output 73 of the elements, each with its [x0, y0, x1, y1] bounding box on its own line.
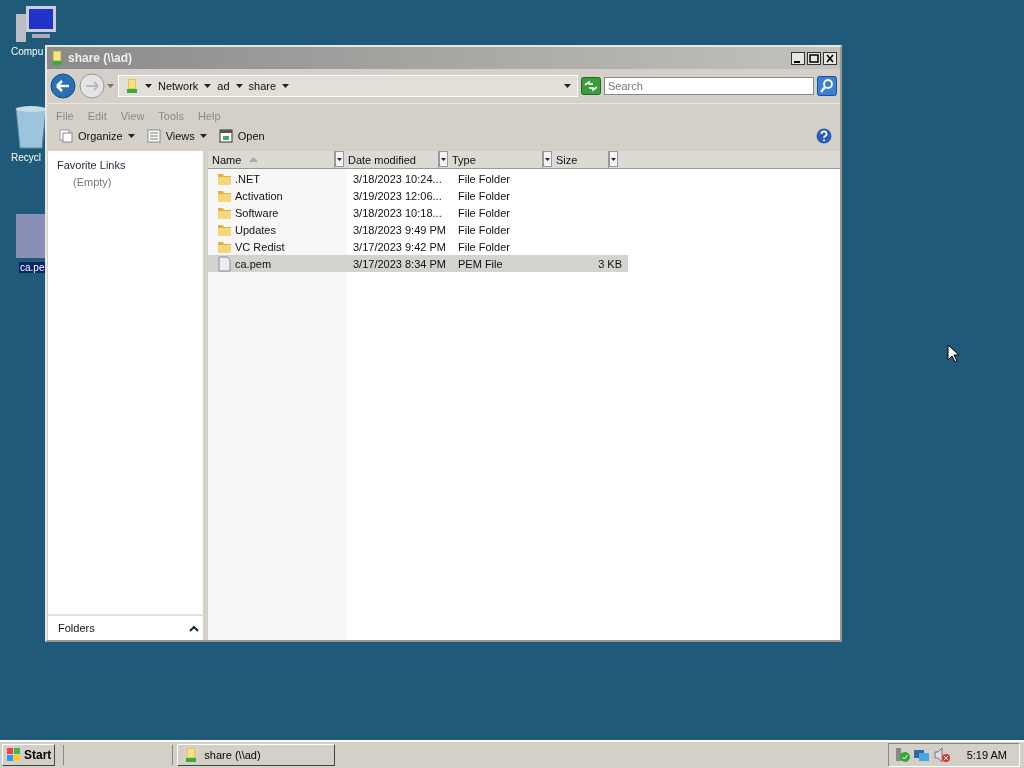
breadcrumb-item[interactable]: Network	[158, 80, 199, 92]
table-cell: Updates	[235, 223, 276, 236]
folders-toggle[interactable]: Folders	[58, 622, 95, 634]
search-button[interactable]	[817, 76, 837, 96]
windows-logo-icon	[6, 747, 22, 763]
share-folder-icon	[125, 78, 139, 94]
dropdown-caret-icon	[564, 84, 571, 88]
share-folder-icon	[50, 50, 64, 66]
search-field[interactable]: Search	[604, 77, 814, 95]
table-cell: File Folder	[458, 223, 510, 236]
breadcrumb-item[interactable]: share	[248, 80, 277, 92]
toolbar-button[interactable]: Open	[214, 126, 269, 146]
table-cell: File Folder	[458, 172, 510, 185]
table-cell: 3/17/2023 8:34 PM	[353, 257, 446, 270]
desktop-icon-label[interactable]: ca.pe	[19, 262, 46, 273]
file-row[interactable]: Software 3/18/2023 10:18... File Folder	[208, 204, 628, 221]
file-row[interactable]: Activation 3/19/2023 12:06... File Folder	[208, 187, 628, 204]
file-row[interactable]: ca.pem 3/17/2023 8:34 PM PEM File 3 KB	[208, 255, 628, 272]
open-window-icon	[218, 129, 233, 143]
desktop-icon-label[interactable]: Recycl	[10, 152, 42, 163]
taskbar-button[interactable]: share (\\ad)	[177, 744, 336, 766]
table-cell: 3/18/2023 9:49 PM	[353, 223, 446, 236]
minimize-button[interactable]	[791, 51, 805, 65]
help-icon	[816, 128, 832, 144]
table-cell: ca.pem	[235, 257, 272, 270]
start-button[interactable]: Start	[2, 744, 56, 766]
file-row[interactable]: VC Redist 3/17/2023 9:42 PM File Folder	[208, 238, 628, 255]
maximize-button[interactable]	[807, 51, 821, 65]
folder-icon	[217, 222, 232, 237]
table-cell: VC Redist	[235, 240, 285, 253]
refresh-button[interactable]	[581, 77, 601, 95]
table-cell: 3/18/2023 10:24...	[353, 172, 442, 185]
close-button[interactable]	[823, 51, 837, 65]
nav-heading: Favorite Links	[57, 159, 127, 171]
desktop-icon-label[interactable]: Compu	[10, 46, 45, 57]
table-cell: .NET	[235, 172, 261, 185]
file-row[interactable]: .NET 3/18/2023 10:24... File Folder	[208, 170, 628, 187]
table-cell: File Folder	[458, 206, 510, 219]
toolbar-button[interactable]: Views	[142, 126, 211, 146]
table-cell: 3/19/2023 12:06...	[353, 189, 442, 202]
mouse-cursor-icon	[947, 344, 959, 363]
table-cell: 3/18/2023 10:18...	[353, 206, 442, 219]
window-title: share (\\ad)	[68, 51, 133, 65]
toolbar-button[interactable]: Organize	[55, 126, 139, 146]
network-computers-icon	[912, 747, 931, 763]
folder-icon	[217, 239, 232, 254]
folder-icon	[217, 171, 232, 186]
folder-icon	[217, 188, 232, 203]
share-folder-icon	[184, 747, 199, 763]
folder-icon	[217, 205, 232, 220]
table-cell: 3/17/2023 9:42 PM	[353, 240, 446, 253]
table-cell: File Folder	[458, 189, 510, 202]
file-row[interactable]: Updates 3/18/2023 9:49 PM File Folder	[208, 221, 628, 238]
caret-icon	[199, 134, 207, 138]
speaker-muted-icon	[932, 747, 951, 763]
clock: 5:19 AM	[966, 749, 1007, 761]
caret-icon	[127, 134, 135, 138]
table-cell: 3 KB	[598, 257, 622, 270]
table-cell: Activation	[235, 189, 283, 202]
caret-icon	[145, 84, 152, 88]
table-cell: File Folder	[458, 240, 510, 253]
address-bar[interactable]: Network ad share	[118, 75, 578, 97]
caret-icon	[204, 84, 212, 88]
breadcrumb-item[interactable]: ad	[217, 80, 230, 92]
caret-icon	[235, 84, 243, 88]
chevron-up-icon	[189, 624, 199, 632]
back-button[interactable]	[50, 73, 76, 99]
table-cell: PEM File	[458, 257, 503, 270]
table-cell: Software	[235, 206, 279, 219]
list-view-icon	[146, 129, 161, 143]
pages-icon	[59, 129, 73, 143]
caret-icon	[282, 84, 290, 88]
document-icon	[217, 255, 232, 272]
